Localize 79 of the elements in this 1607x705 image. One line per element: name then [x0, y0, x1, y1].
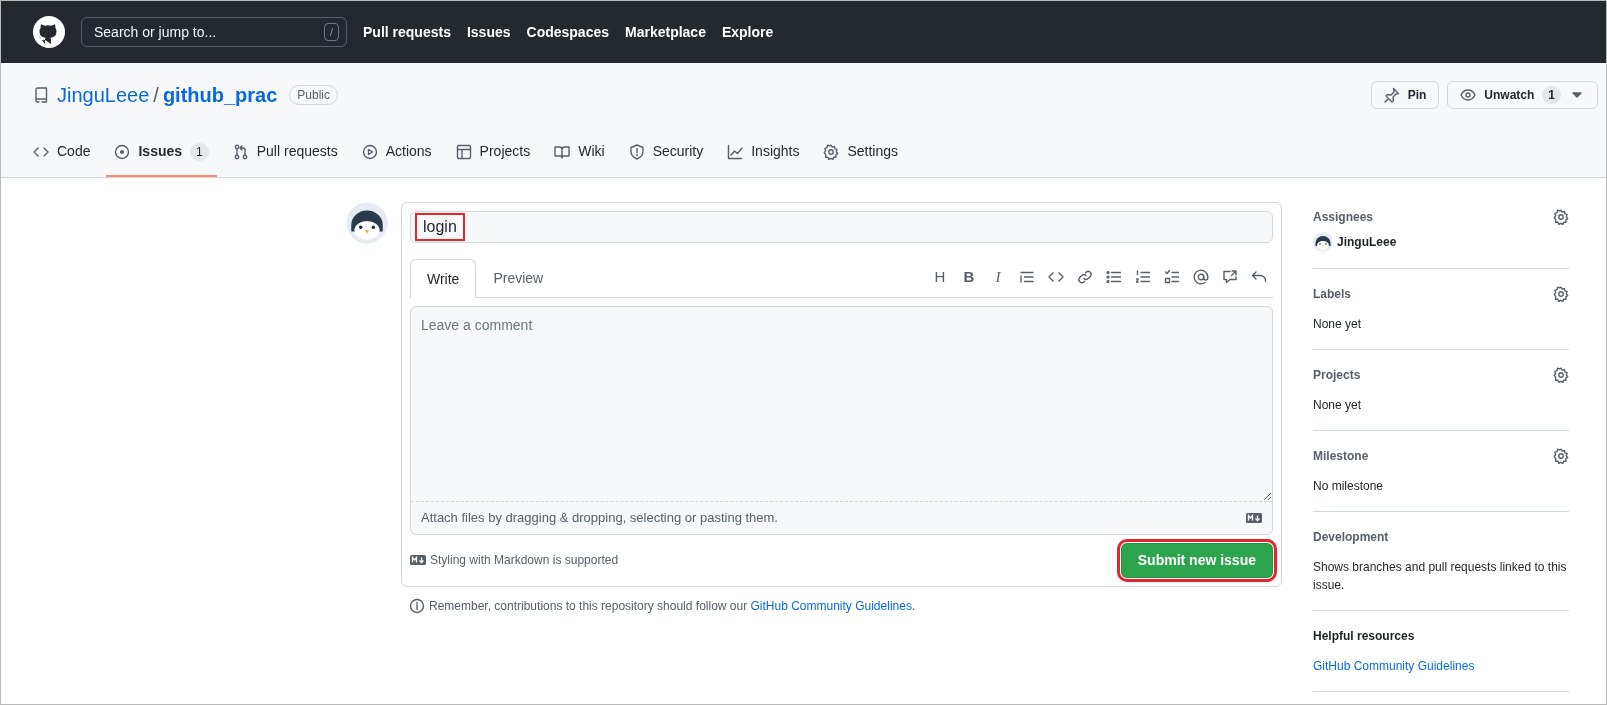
repo-tab[interactable]: Insights	[719, 133, 808, 177]
nav-link[interactable]: Explore	[721, 21, 774, 43]
repo-tab[interactable]: Pull requests	[224, 133, 346, 177]
watch-button[interactable]: Unwatch 1	[1447, 81, 1598, 109]
markdown-icon	[1246, 512, 1262, 523]
reference-icon	[1222, 269, 1238, 285]
repo-name-link[interactable]: github_prac	[162, 80, 278, 110]
assignee-avatar	[1313, 232, 1333, 252]
nav-link[interactable]: Pull requests	[363, 21, 451, 43]
heading-button[interactable]: H	[926, 263, 954, 291]
pin-button[interactable]: Pin	[1370, 81, 1440, 109]
logo-icon[interactable]	[33, 16, 65, 48]
book-icon	[554, 143, 571, 160]
title-value: login	[415, 213, 465, 241]
settings-icon	[1553, 209, 1569, 225]
penguin-avatar	[346, 202, 388, 244]
settings-icon	[1553, 367, 1569, 383]
attach-hint: Attach files by dragging & dropping, selecting or pasting them.	[421, 509, 778, 527]
guidelines-link[interactable]: GitHub Community Guidelines	[750, 598, 912, 613]
nav-link[interactable]: Marketplace	[625, 21, 706, 43]
repo-tab[interactable]: Code	[25, 133, 99, 177]
nav-link[interactable]: Issues	[466, 21, 511, 43]
settings-icon	[823, 143, 840, 160]
nav-link[interactable]: Codespaces	[526, 21, 609, 43]
quote-icon	[1019, 269, 1035, 285]
repo-tab[interactable]: Wiki	[546, 133, 613, 177]
settings-icon	[1553, 286, 1569, 302]
graph-icon	[727, 143, 744, 160]
section-title: Development	[1313, 529, 1389, 546]
assignee-name[interactable]: JinguLeee	[1337, 233, 1397, 251]
settings-button[interactable]	[1553, 367, 1569, 383]
info-icon	[409, 597, 425, 614]
issue-count: 1	[190, 142, 209, 161]
issue-icon	[114, 143, 131, 160]
link-icon	[1077, 269, 1093, 285]
task-list-icon	[1164, 269, 1180, 285]
section-value: None yet	[1313, 316, 1363, 333]
play-icon	[361, 143, 378, 160]
settings-button[interactable]	[1553, 209, 1569, 225]
table-icon	[455, 143, 472, 160]
shield-icon	[628, 143, 645, 160]
section-title: Projects	[1313, 367, 1361, 384]
undo-icon	[1251, 269, 1267, 285]
settings-button[interactable]	[1553, 286, 1569, 302]
pull-request-icon	[232, 143, 249, 160]
title-field[interactable]: login	[410, 211, 1273, 243]
editor-tab[interactable]: Preview	[476, 259, 561, 297]
eye-icon	[1460, 87, 1477, 103]
section-value: Shows branches and pull requests linked to this issue.	[1313, 559, 1568, 594]
repo-tab[interactable]: Actions	[353, 133, 440, 177]
pin-icon	[1383, 87, 1400, 103]
repo-tab[interactable]: Projects	[447, 133, 539, 177]
numbered-list-icon	[1135, 269, 1151, 285]
bulleted-list-icon	[1106, 269, 1122, 285]
italic-button[interactable]: I	[984, 263, 1012, 291]
repo-icon	[33, 87, 49, 103]
editor-tab[interactable]: Write	[410, 259, 477, 298]
section-value: No milestone	[1313, 478, 1385, 495]
section-title: Milestone	[1313, 448, 1369, 465]
settings-icon	[1553, 448, 1569, 464]
section-title: Labels	[1313, 286, 1351, 303]
section-value: None yet	[1313, 397, 1363, 414]
repo-owner-link[interactable]: JinguLeee	[57, 80, 150, 110]
path-separator: /	[153, 83, 159, 108]
markdown-hint: Styling with Markdown is supported	[430, 552, 619, 569]
comment-field[interactable]: Leave a comment	[411, 307, 1272, 502]
repo-tab[interactable]: Settings	[815, 133, 907, 177]
watch-count: 1	[1542, 86, 1561, 104]
section-title: Assignees	[1313, 209, 1374, 226]
repo-tab[interactable]: Security	[620, 133, 712, 177]
markdown-icon	[410, 555, 426, 565]
repo-tab[interactable]: Issues 1	[106, 133, 217, 177]
shortcut-key: /	[323, 23, 339, 41]
section-title: Helpful resources	[1313, 628, 1415, 645]
settings-button[interactable]	[1553, 448, 1569, 464]
guidelines-link[interactable]: GitHub Community Guidelines	[1313, 659, 1475, 673]
contribution-note: Remember, contributions to this repository should follow our GitHub Community Guidelines.	[429, 597, 916, 615]
mention-icon	[1193, 269, 1209, 285]
bold-button[interactable]: B	[955, 263, 983, 291]
